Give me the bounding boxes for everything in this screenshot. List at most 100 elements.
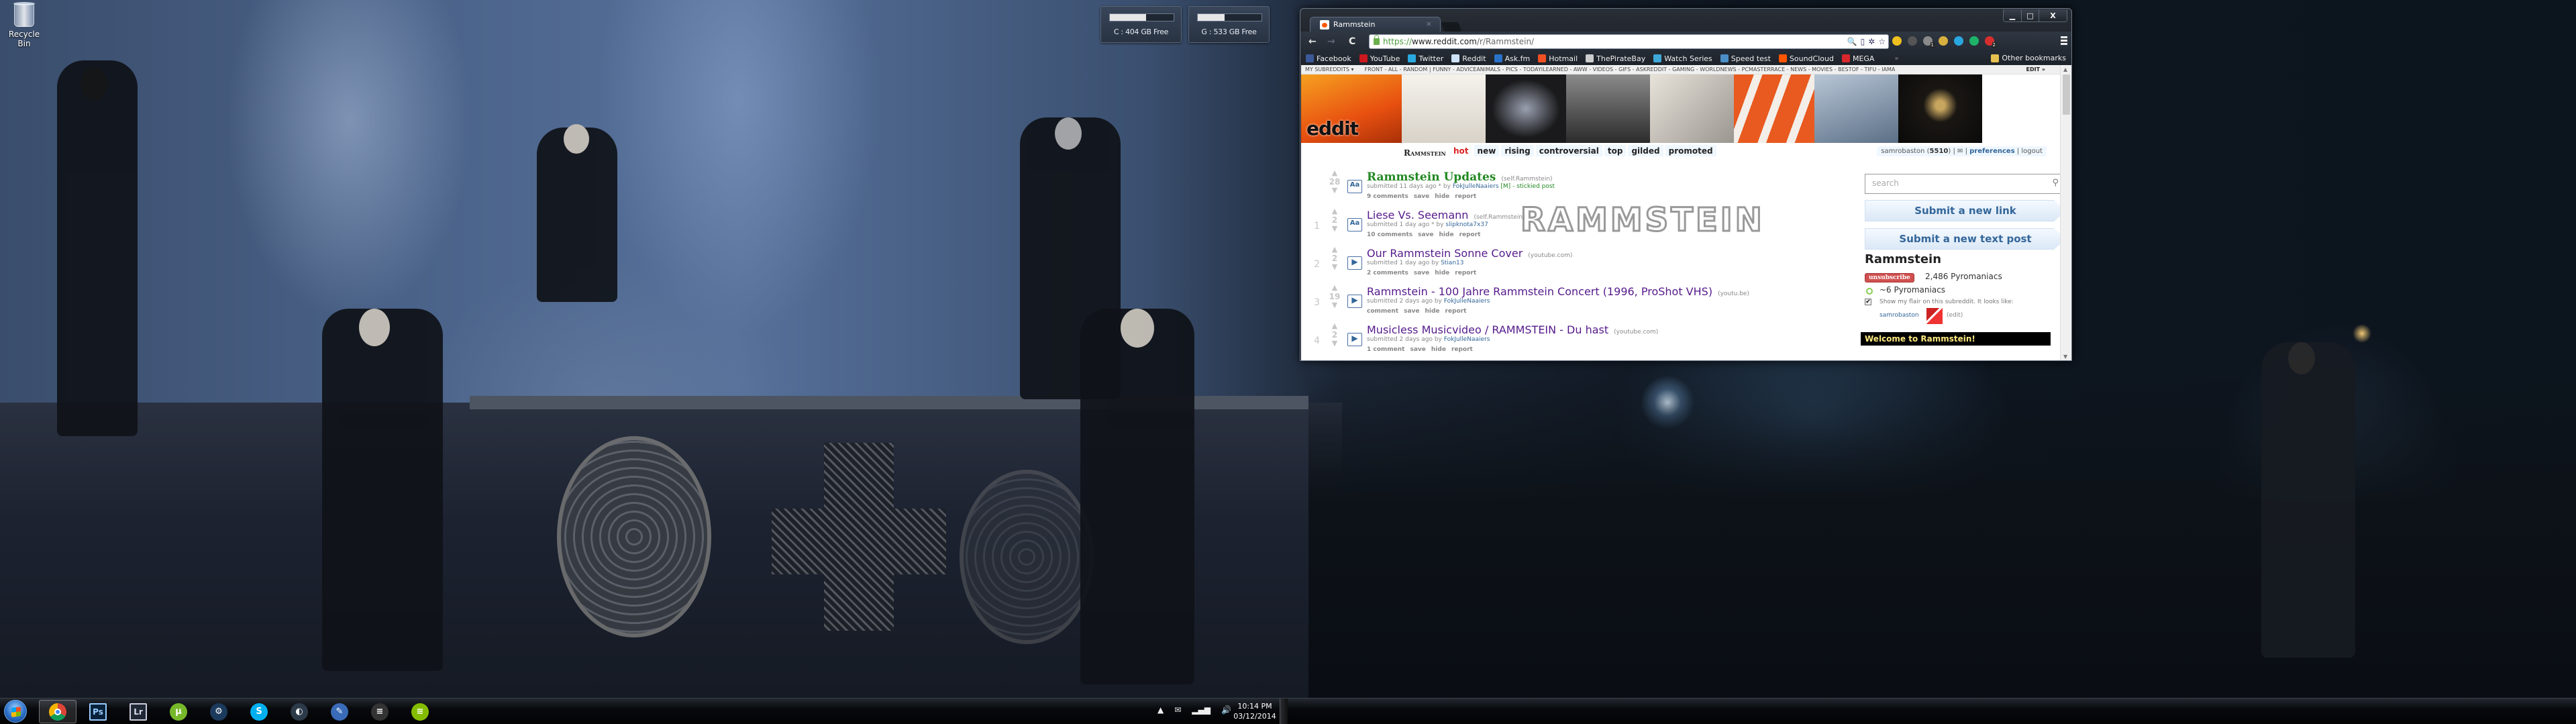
post-author[interactable]: Stian13 bbox=[1441, 260, 1463, 266]
tab-rammstein[interactable]: Rammstein × bbox=[1310, 17, 1441, 32]
save-link[interactable]: save bbox=[1414, 193, 1429, 200]
disabled-extension-icon[interactable] bbox=[1908, 36, 1917, 46]
flair-checkbox[interactable]: ✔ bbox=[1865, 299, 1871, 305]
video-thumbnail-icon[interactable]: ▶ bbox=[1347, 295, 1362, 308]
bookmark-reddit[interactable]: Reddit bbox=[1451, 54, 1486, 63]
tab-rising[interactable]: rising bbox=[1501, 145, 1534, 156]
comments-link[interactable]: 2 comments bbox=[1367, 270, 1408, 276]
drive-gadget-c[interactable]: C : 404 GB Free bbox=[1100, 6, 1182, 43]
comments-link[interactable]: 10 comments bbox=[1367, 231, 1412, 238]
desktop-icon-recycle-bin[interactable]: Recycle Bin bbox=[3, 2, 46, 48]
bookmark-facebook[interactable]: Facebook bbox=[1306, 54, 1351, 63]
tab-close-icon[interactable]: × bbox=[1426, 19, 1432, 28]
comments-link[interactable]: 9 comments bbox=[1367, 193, 1408, 200]
tab-promoted[interactable]: promoted bbox=[1665, 145, 1716, 156]
taskbar-app-utorrent[interactable]: µ bbox=[160, 700, 197, 723]
scroll-up-icon[interactable]: ▲ bbox=[2063, 66, 2067, 72]
tab-gilded[interactable]: gilded bbox=[1628, 145, 1663, 156]
bookmark-soundcloud[interactable]: SoundCloud bbox=[1778, 54, 1834, 63]
post-author[interactable]: slipknota7x37 bbox=[1445, 221, 1488, 228]
self-post-thumbnail-icon[interactable]: Aa bbox=[1347, 180, 1362, 193]
downvote-arrow-icon[interactable]: ▼ bbox=[1328, 301, 1341, 309]
post-author[interactable]: FokJulleNaaiers bbox=[1444, 336, 1490, 343]
upvote-arrow-icon[interactable]: ▲ bbox=[1328, 169, 1341, 177]
page-scrollbar[interactable]: ▲ ▼ bbox=[2060, 65, 2071, 360]
bookmark-thepiratebay[interactable]: ThePirateBay bbox=[1586, 54, 1645, 63]
post-title[interactable]: Musicless Musicvideo / RAMMSTEIN - Du ha… bbox=[1367, 323, 1658, 336]
upvote-arrow-icon[interactable]: ▲ bbox=[1328, 322, 1341, 330]
scroll-down-icon[interactable]: ▼ bbox=[2063, 354, 2067, 360]
bookmark-twitter[interactable]: Twitter bbox=[1408, 54, 1443, 63]
tab-hot[interactable]: hot bbox=[1450, 145, 1472, 156]
video-thumbnail-icon[interactable]: ▶ bbox=[1347, 256, 1362, 270]
taskbar-app-lightroom[interactable]: Lr bbox=[119, 700, 157, 723]
forward-button[interactable]: → bbox=[1327, 36, 1335, 47]
post-author[interactable]: FokJulleNaaiers bbox=[1444, 298, 1490, 305]
mail-notification-icon[interactable]: ✉ bbox=[1174, 705, 1181, 715]
tab-to-phone-icon[interactable] bbox=[1892, 36, 1902, 46]
flair-edit-link[interactable]: (edit) bbox=[1947, 312, 1963, 319]
report-link[interactable]: report bbox=[1451, 346, 1473, 353]
taskbar-app-teamspeak[interactable]: ◐ bbox=[280, 700, 318, 723]
taskbar-app-skype[interactable]: S bbox=[240, 700, 278, 723]
ghostery-icon[interactable]: 1 bbox=[1923, 36, 1935, 48]
adblock-plus-icon[interactable]: 2 bbox=[1985, 36, 1996, 48]
self-post-thumbnail-icon[interactable]: Aa bbox=[1347, 218, 1362, 231]
chrome-menu-icon[interactable] bbox=[2061, 36, 2067, 46]
save-link[interactable]: save bbox=[1418, 231, 1433, 238]
search-input[interactable]: search ⚲ bbox=[1865, 174, 2060, 194]
post-domain[interactable]: (self.Rammstein) bbox=[1501, 176, 1552, 183]
taskbar-app-groove-app[interactable]: ≡ bbox=[361, 700, 399, 723]
device-icon[interactable]: ▯ bbox=[1861, 37, 1865, 46]
hide-link[interactable]: hide bbox=[1435, 193, 1449, 200]
hide-link[interactable]: hide bbox=[1425, 308, 1440, 315]
green-extension-icon[interactable] bbox=[1969, 36, 1979, 46]
star-icon[interactable]: ☆ bbox=[1878, 37, 1886, 46]
back-button[interactable]: ← bbox=[1308, 36, 1317, 47]
hide-link[interactable]: hide bbox=[1431, 346, 1446, 353]
reload-button[interactable]: C bbox=[1349, 36, 1355, 47]
video-thumbnail-icon[interactable]: ▶ bbox=[1347, 333, 1362, 346]
subreddit-links[interactable]: FRONT - ALL - RANDOM | FUNNY - ADVICEANI… bbox=[1365, 66, 1896, 72]
reddit-logo[interactable]: eddit bbox=[1306, 117, 1359, 140]
comments-link[interactable]: comment bbox=[1367, 308, 1398, 315]
edit-subreddits-link[interactable]: EDIT » bbox=[2026, 66, 2046, 72]
close-button[interactable]: X bbox=[2039, 9, 2067, 21]
post-title[interactable]: Our Rammstein Sonne Cover (youtube.com) bbox=[1367, 247, 1572, 260]
downvote-arrow-icon[interactable]: ▼ bbox=[1328, 187, 1341, 195]
post-title[interactable]: Rammstein Updates (self.Rammstein) bbox=[1367, 170, 1553, 184]
bookmark-mega[interactable]: MEGA bbox=[1841, 54, 1874, 63]
other-bookmarks-folder[interactable]: Other bookmarks bbox=[1991, 54, 2066, 62]
search-icon[interactable]: ⚲ bbox=[2052, 178, 2059, 188]
show-desktop-button[interactable] bbox=[1280, 699, 1288, 724]
post-title[interactable]: Liese Vs. Seemann (self.Rammstein) bbox=[1367, 209, 1525, 221]
taskbar-app-photoshop[interactable]: Ps bbox=[79, 700, 117, 723]
upvote-arrow-icon[interactable]: ▲ bbox=[1328, 284, 1341, 292]
upvote-arrow-icon[interactable]: ▲ bbox=[1328, 207, 1341, 215]
post-domain[interactable]: (youtube.com) bbox=[1528, 252, 1572, 259]
c-extension-icon[interactable] bbox=[1954, 36, 1963, 46]
maximize-button[interactable]: □ bbox=[2021, 9, 2039, 21]
post-domain[interactable]: (youtu.be) bbox=[1718, 291, 1749, 297]
scroll-thumb[interactable] bbox=[2063, 74, 2070, 115]
report-link[interactable]: report bbox=[1455, 270, 1476, 276]
save-link[interactable]: save bbox=[1410, 346, 1425, 353]
start-button[interactable] bbox=[4, 700, 27, 723]
bookmark-watch-series[interactable]: Watch Series bbox=[1653, 54, 1712, 63]
minimize-button[interactable]: ▁ bbox=[2004, 9, 2021, 21]
report-link[interactable]: report bbox=[1455, 193, 1476, 200]
taskbar-app-notepad-editor[interactable]: ✎ bbox=[321, 700, 358, 723]
downvote-arrow-icon[interactable]: ▼ bbox=[1328, 340, 1341, 348]
post-domain[interactable]: (youtube.com) bbox=[1614, 329, 1658, 335]
submit-link-button[interactable]: Submit a new link bbox=[1865, 200, 2060, 221]
bookmark-youtube[interactable]: YouTube bbox=[1359, 54, 1400, 63]
tab-controversial[interactable]: controversial bbox=[1535, 145, 1602, 156]
hide-link[interactable]: hide bbox=[1439, 231, 1454, 238]
signal-icon[interactable]: ▂▄▆ bbox=[1192, 705, 1210, 715]
bookmarks-overflow-button[interactable]: » bbox=[1894, 55, 1898, 62]
unsubscribe-button[interactable]: unsubscribe bbox=[1865, 273, 1914, 282]
post-author[interactable]: FokJulleNaaiers bbox=[1453, 183, 1499, 190]
drive-gadget-g[interactable]: G : 533 GB Free bbox=[1188, 6, 1270, 43]
preferences-link[interactable]: preferences bbox=[1969, 148, 2015, 155]
package-icon[interactable] bbox=[1939, 36, 1948, 46]
